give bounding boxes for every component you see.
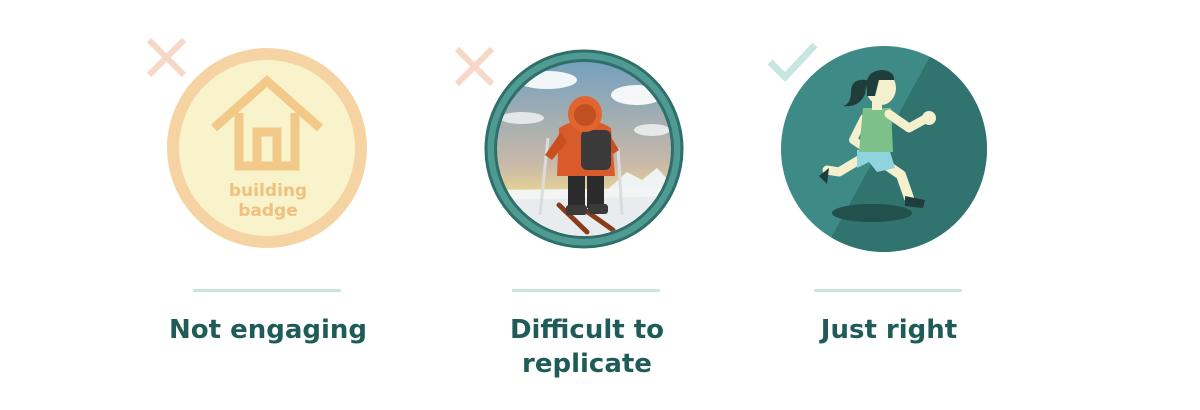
divider-line [814,289,962,292]
caption-difficult-to-replicate: Difficult to replicate [437,313,737,381]
cross-icon [454,46,495,87]
caption-not-engaging: Not engaging [168,315,368,345]
caption-line-2: replicate [522,349,652,379]
example-card-difficult-to-replicate: Difficult to replicate [437,0,737,410]
cross-icon [146,37,187,78]
divider-line [193,289,341,292]
divider-line [512,289,660,292]
example-card-just-right: Just right [739,0,1039,410]
badge-text-line-2: badge [238,201,298,221]
skier-badge-illustration [454,46,684,249]
checkmark-icon [767,42,818,83]
badge-text-line-1: building [229,181,307,201]
building-badge-illustration: building badge [146,37,367,248]
example-card-not-engaging: building badge Not engaging [118,0,418,410]
caption-just-right: Just right [820,315,958,345]
runner-badge-illustration [767,42,987,252]
runner-shadow [832,204,912,222]
caption-line-1: Difficult to [509,315,665,345]
